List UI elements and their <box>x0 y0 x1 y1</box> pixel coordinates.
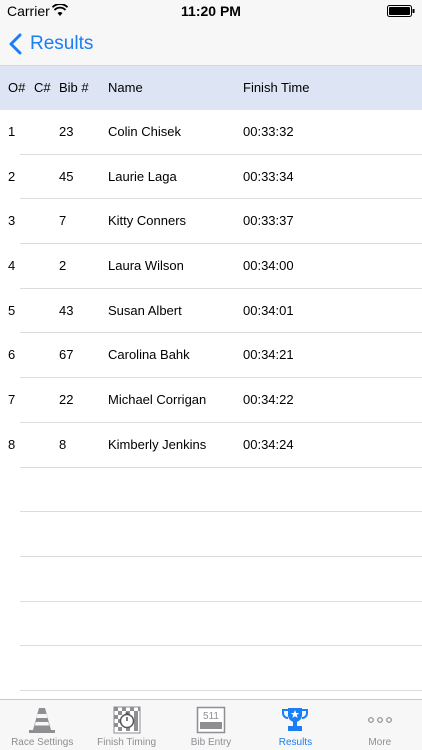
header-bib: Bib # <box>59 80 89 95</box>
cell-order: 6 <box>8 347 16 363</box>
cell-bib: 45 <box>59 168 74 184</box>
empty-row <box>20 557 422 602</box>
navigation-bar: Results <box>0 22 422 66</box>
status-bar: Carrier 11:20 PM <box>0 0 422 22</box>
cell-name: Susan Albert <box>108 302 182 318</box>
cell-finish-time: 00:34:24 <box>243 436 294 452</box>
cell-name: Carolina Bahk <box>108 347 190 363</box>
table-row[interactable]: 3 7 Kitty Conners 00:33:37 <box>8 199 422 245</box>
table-row[interactable]: 4 2 Laura Wilson 00:34:00 <box>8 244 422 289</box>
cell-finish-time: 00:34:21 <box>243 347 294 363</box>
traffic-cone-icon <box>29 708 56 733</box>
results-list[interactable]: 1 23 Colin Chisek 00:33:32 2 45 Laurie L… <box>0 110 422 699</box>
cell-order: 3 <box>8 213 16 229</box>
cell-order: 1 <box>8 124 16 139</box>
empty-row <box>20 646 422 691</box>
bib-icon-number: 511 <box>203 711 219 722</box>
cell-bib: 8 <box>59 436 67 452</box>
chevron-left-icon <box>9 33 22 55</box>
more-dots-icon <box>367 717 392 723</box>
cell-name: Colin Chisek <box>108 124 181 139</box>
cell-name: Kimberly Jenkins <box>108 436 207 452</box>
cell-name: Laura Wilson <box>108 258 184 274</box>
table-row[interactable]: 8 8 Kimberly Jenkins 00:34:24 <box>8 423 422 468</box>
cell-order: 4 <box>8 258 16 274</box>
battery-icon <box>387 5 415 17</box>
checkered-stopwatch-icon <box>113 706 141 734</box>
cell-finish-time: 00:33:34 <box>243 168 294 184</box>
trophy-icon <box>282 708 309 731</box>
cell-finish-time: 00:33:32 <box>243 124 294 139</box>
tab-label: Race Settings <box>11 737 74 748</box>
tab-bib-entry[interactable]: 511 Bib Entry <box>169 700 253 750</box>
back-button[interactable]: Results <box>8 22 93 66</box>
header-order: O# <box>8 80 26 95</box>
cell-bib: 22 <box>59 392 74 408</box>
tab-bar: Race Settings Finish Timing 511 Bib Entr… <box>0 699 422 750</box>
header-name: Name <box>108 80 143 95</box>
table-row[interactable]: 2 45 Laurie Laga 00:33:34 <box>8 155 422 200</box>
cell-finish-time: 00:34:01 <box>243 302 294 318</box>
cell-bib: 23 <box>59 124 74 139</box>
header-finish-time: Finish Time <box>243 80 310 95</box>
cell-bib: 43 <box>59 302 74 318</box>
bib-number-icon: 511 <box>196 706 226 734</box>
empty-row <box>20 468 422 513</box>
tab-race-settings[interactable]: Race Settings <box>0 700 84 750</box>
tab-label: Finish Timing <box>97 737 157 748</box>
tab-finish-timing[interactable]: Finish Timing <box>84 700 168 750</box>
clock: 11:20 PM <box>181 3 241 19</box>
cell-order: 8 <box>8 436 16 452</box>
cell-bib: 7 <box>59 213 67 229</box>
cell-name: Laurie Laga <box>108 168 177 184</box>
back-label: Results <box>30 33 94 54</box>
cell-order: 7 <box>8 392 16 408</box>
cell-finish-time: 00:34:22 <box>243 392 294 408</box>
cell-finish-time: 00:34:00 <box>243 258 294 274</box>
cell-order: 2 <box>8 168 16 184</box>
tab-results[interactable]: Results <box>253 700 337 750</box>
cell-name: Kitty Conners <box>108 213 187 229</box>
cell-order: 5 <box>8 302 16 318</box>
table-row[interactable]: 6 67 Carolina Bahk 00:34:21 <box>8 333 422 379</box>
empty-row <box>20 512 422 557</box>
cell-bib: 67 <box>59 347 74 363</box>
cell-finish-time: 00:33:37 <box>243 213 294 229</box>
cell-bib: 2 <box>59 258 67 274</box>
tab-more[interactable]: More <box>338 700 422 750</box>
header-class: C# <box>34 80 51 95</box>
tab-label: Results <box>278 737 313 748</box>
cell-name: Michael Corrigan <box>108 392 207 408</box>
tab-label: More <box>368 737 392 748</box>
results-table-header: O# C# Bib # Name Finish Time <box>0 66 422 110</box>
table-row[interactable]: 1 23 Colin Chisek 00:33:32 <box>8 110 422 155</box>
empty-row <box>20 602 422 647</box>
table-row[interactable]: 5 43 Susan Albert 00:34:01 <box>8 289 422 334</box>
tab-label: Bib Entry <box>190 737 232 748</box>
table-row[interactable]: 7 22 Michael Corrigan 00:34:22 <box>8 378 422 423</box>
